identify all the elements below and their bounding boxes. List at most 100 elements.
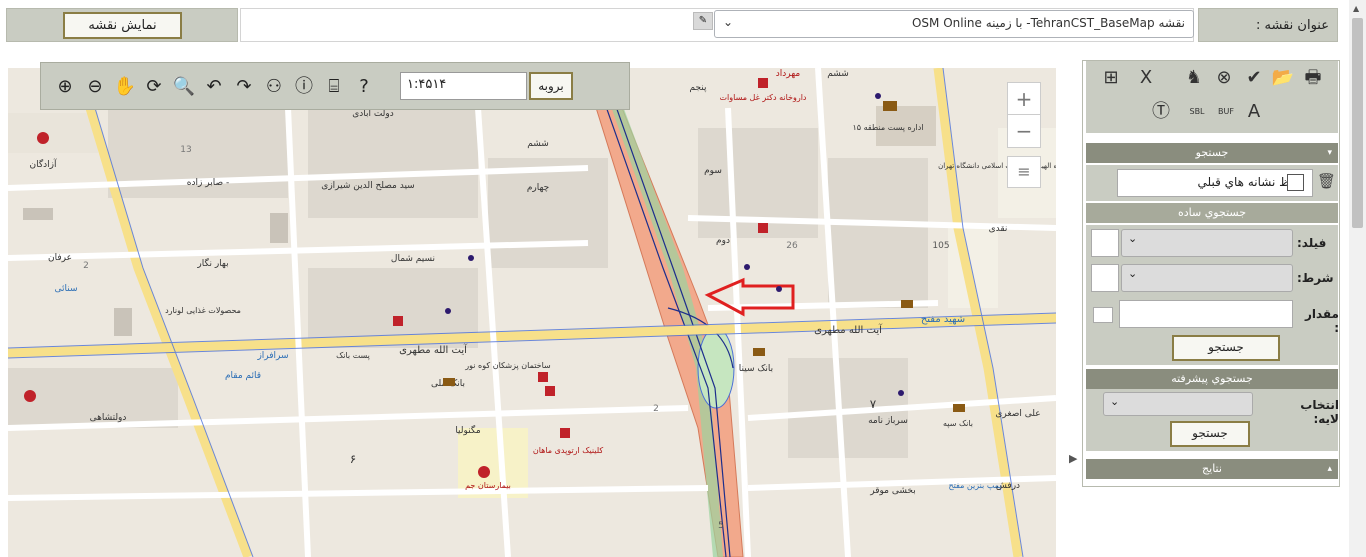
pan-hand-icon[interactable]: ✋ bbox=[113, 75, 137, 99]
field-select[interactable]: ⌄ bbox=[1121, 229, 1293, 257]
search-section-header[interactable]: جستجو ▾ bbox=[1086, 143, 1338, 163]
chevron-down-icon: ⌄ bbox=[1128, 267, 1138, 280]
label-2b: 2 bbox=[653, 404, 659, 414]
label-dargah: درفش bbox=[996, 481, 1020, 491]
label-dovom: دوم bbox=[716, 236, 730, 246]
label-5: 5 bbox=[718, 521, 724, 531]
panel-icon-bar: 🖶 📂 ✔ ⊗ ♞ X ⊞ A BUF SBL Ⓣ bbox=[1086, 61, 1338, 133]
layers-button[interactable]: ≡ bbox=[1007, 156, 1041, 188]
refresh-icon[interactable]: ⟳ bbox=[142, 75, 166, 99]
open-folder-icon[interactable]: 📂 bbox=[1270, 65, 1296, 91]
value-input[interactable] bbox=[1119, 300, 1293, 328]
xy-coordinate-icon[interactable]: ⚇ bbox=[262, 75, 286, 99]
condition-select[interactable]: ⌄ bbox=[1121, 264, 1293, 292]
scrollbar-thumb[interactable] bbox=[1352, 18, 1363, 228]
label-ayatollah-2: آیت الله مطهری bbox=[814, 323, 883, 336]
label-seyed-mosleh: سید مصلح الدین شیرازی bbox=[321, 181, 414, 191]
label-mongolia: مگنولیا bbox=[455, 424, 481, 436]
info-icon[interactable]: ⓘ bbox=[292, 75, 316, 99]
label-dowlatshahi: دولتشاهی bbox=[90, 413, 127, 423]
field-extra-box bbox=[1091, 229, 1119, 257]
full-extent-icon[interactable]: 🔍 bbox=[172, 75, 196, 99]
label-sakhteman: ساختمان پزشکان کوه نور bbox=[464, 361, 551, 370]
scale-input[interactable]: ۱:۴۵۱۴ bbox=[400, 72, 527, 100]
map-select-dropdown[interactable]: نقشه TehranCST_BaseMap- با زمینه OSM Onl… bbox=[714, 10, 1194, 38]
select-icon[interactable]: ⌸ bbox=[322, 75, 346, 99]
results-section-header[interactable]: نتايج ▴ bbox=[1086, 459, 1338, 479]
value-label: مقدار : bbox=[1304, 307, 1339, 335]
label-13: 13 bbox=[180, 145, 191, 155]
excel-icon[interactable]: X bbox=[1133, 65, 1159, 91]
label-nasim: نسیم شمال bbox=[391, 254, 435, 264]
label-ayatollah: آیت الله مطهری bbox=[399, 343, 468, 356]
zoom-control: + − bbox=[1007, 82, 1041, 148]
clear-selection-icon[interactable]: ✎ bbox=[693, 12, 713, 30]
check-icon[interactable]: ✔ bbox=[1241, 65, 1267, 91]
page-scrollbar[interactable]: ▲ bbox=[1349, 0, 1366, 557]
redo-icon[interactable]: ↷ bbox=[232, 75, 256, 99]
zoom-in-icon[interactable]: ⊕ bbox=[53, 75, 77, 99]
print-icon[interactable]: 🖶 bbox=[1300, 65, 1326, 91]
label-sarafraz: سرافراز bbox=[256, 351, 288, 361]
route-icon[interactable]: ♞ bbox=[1181, 65, 1207, 91]
simple-search-header: جستجوي ساده bbox=[1086, 203, 1338, 223]
t-icon[interactable]: Ⓣ bbox=[1148, 99, 1174, 125]
search-header-label: جستجو bbox=[1195, 146, 1229, 159]
label-saberzadeh: صابر زاده - bbox=[187, 178, 229, 188]
zoom-in-button[interactable]: + bbox=[1008, 83, 1040, 115]
label-26: 26 bbox=[786, 241, 798, 251]
expand-triangle-icon: ▴ bbox=[1327, 464, 1332, 474]
trash-icon[interactable]: 🗑 bbox=[1317, 172, 1336, 190]
zoom-out-icon[interactable]: ⊖ bbox=[83, 75, 107, 99]
scroll-up-icon[interactable]: ▲ bbox=[1353, 4, 1359, 13]
condition-label: شرط: bbox=[1297, 271, 1334, 285]
show-map-button[interactable]: نمایش نقشه bbox=[63, 12, 182, 39]
text-map-icon[interactable]: A bbox=[1241, 99, 1267, 125]
label-erfan: عرفان bbox=[48, 253, 72, 263]
side-panel: 🖶 📂 ✔ ⊗ ♞ X ⊞ A BUF SBL Ⓣ جستجو ▾ حفظ نش… bbox=[1082, 60, 1340, 487]
top-bar: نمایش نقشه ✎ نقشه TehranCST_BaseMap- با … bbox=[0, 0, 1366, 48]
map-toolbar: ⊕ ⊖ ✋ ⟳ 🔍 ↶ ↷ ⚇ ⓘ ⌸ ? ۱:۴۵۱۴ بروبه bbox=[40, 62, 630, 110]
label-edare-post: اداره پست منطقه ۱۵ bbox=[852, 123, 923, 132]
label-mehrdad: مهرداد bbox=[776, 69, 801, 79]
keep-markers-checkbox[interactable] bbox=[1287, 174, 1304, 191]
map-sheet-icon[interactable]: ⊞ bbox=[1098, 65, 1124, 91]
label-7: ۷ bbox=[870, 397, 877, 411]
layer-select[interactable]: ⌄ bbox=[1103, 392, 1253, 416]
label-post-bank: پست بانک bbox=[336, 351, 370, 360]
label-6: ۶ bbox=[350, 452, 356, 466]
chevron-down-icon: ⌄ bbox=[723, 15, 734, 29]
label-ghaem-magham: قائم مقام bbox=[225, 371, 261, 381]
collapse-panel-arrow-icon[interactable]: ▶ bbox=[1069, 452, 1077, 465]
label-daroukhaneh: داروخانه دکتر غل مساوات bbox=[720, 93, 807, 102]
value-option-box[interactable] bbox=[1093, 307, 1113, 323]
label-clinic: کلینیک ارتوپدی ماهان bbox=[533, 446, 604, 455]
label-bakhshi-movaghar: بخشی موقر bbox=[869, 486, 915, 496]
zoom-out-button[interactable]: − bbox=[1008, 115, 1040, 147]
label-panjom: پنجم bbox=[689, 83, 707, 93]
label-ali-asghari: علی اصغری bbox=[995, 409, 1040, 419]
advanced-search-header[interactable]: جستجوي پيشرفته bbox=[1086, 369, 1338, 389]
field-label: فيلد: bbox=[1297, 236, 1327, 250]
search-button[interactable]: جستجو bbox=[1172, 335, 1280, 361]
label-bank-saderat: بانک سپه bbox=[943, 419, 973, 428]
keep-markers-box: حفظ نشانه هاي قبلي bbox=[1117, 169, 1313, 197]
label-bahar: بهار نگار bbox=[196, 257, 228, 269]
results-header-label: نتايج bbox=[1202, 462, 1222, 475]
label-shahid-mofatteh: شهید مفتح bbox=[921, 314, 965, 325]
map-canvas[interactable]: مهرداد ششم پنجم داروخانه دکتر غل مساوات … bbox=[8, 68, 1056, 557]
sbl-icon[interactable]: SBL bbox=[1184, 99, 1210, 125]
advanced-search-button[interactable]: جستجو bbox=[1170, 421, 1250, 447]
label-bank-sina: بانک سینا bbox=[739, 364, 773, 374]
undo-icon[interactable]: ↶ bbox=[202, 75, 226, 99]
measure-icon[interactable]: ? bbox=[352, 75, 376, 99]
label-2a: 2 bbox=[83, 261, 89, 271]
label-sevom: سوم bbox=[704, 166, 722, 176]
buf-icon[interactable]: BUF bbox=[1213, 99, 1239, 125]
map-title-label: عنوان نقشه : bbox=[1198, 8, 1338, 42]
label-105: 105 bbox=[932, 241, 949, 251]
map-graphic: مهرداد ششم پنجم داروخانه دکتر غل مساوات … bbox=[8, 68, 1056, 557]
label-shesham-2: ششم bbox=[527, 139, 549, 149]
cancel-icon[interactable]: ⊗ bbox=[1211, 65, 1237, 91]
go-scale-button[interactable]: بروبه bbox=[529, 72, 573, 100]
